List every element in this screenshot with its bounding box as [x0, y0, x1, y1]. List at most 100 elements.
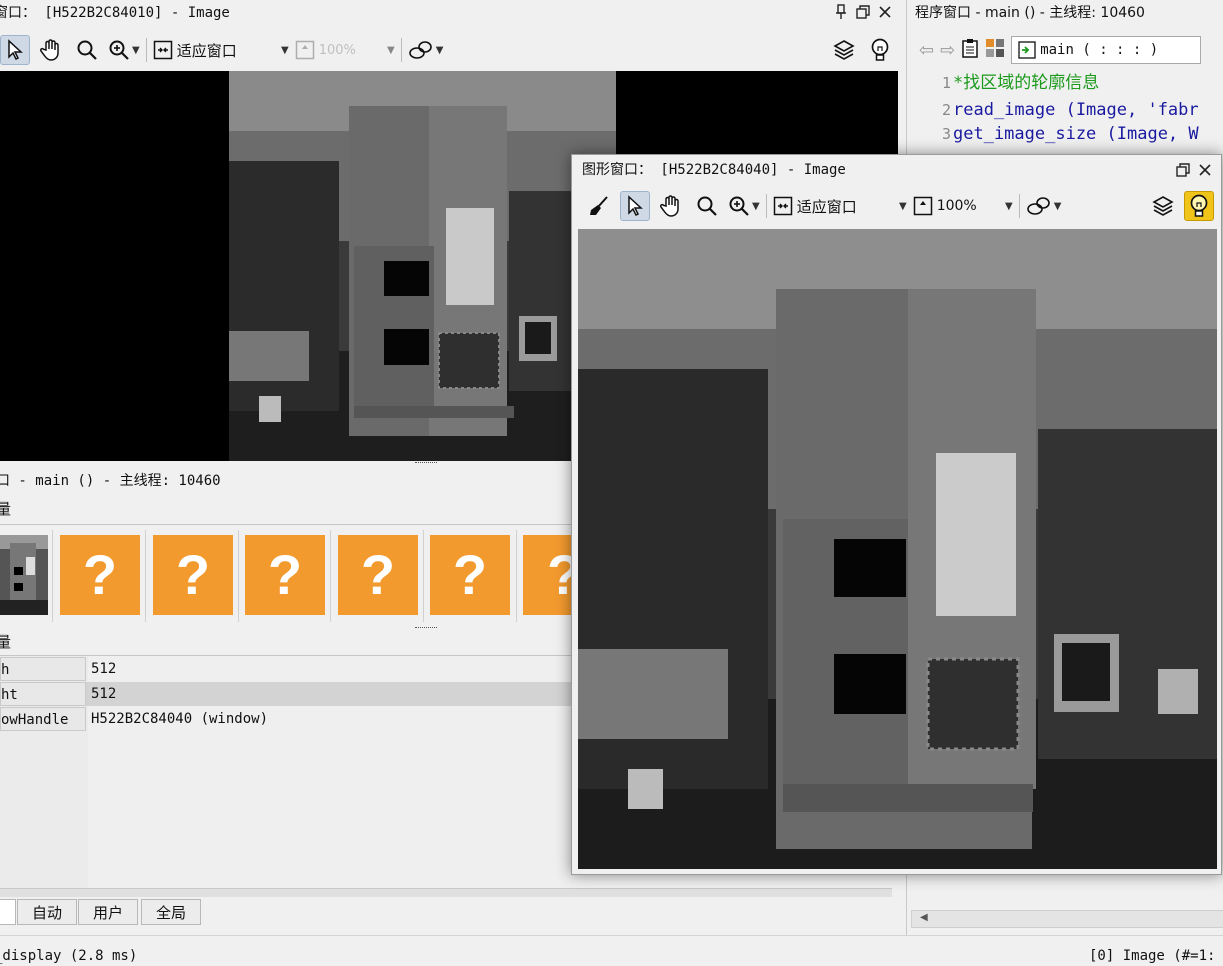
camera-image-2[interactable] [578, 229, 1217, 869]
magnifier-icon[interactable] [72, 35, 102, 65]
zoom-in-icon [109, 40, 129, 60]
zoom-level-label: 100% [936, 198, 977, 214]
procedure-selector-label: main ( : : : ) [1040, 42, 1159, 58]
table-row[interactable]: h 512 [0, 657, 575, 681]
draw-shape-dropdown[interactable]: ▼ [408, 35, 444, 65]
fit-window-dropdown[interactable]: 适应窗口 ▼ [773, 191, 907, 221]
zoom-level-dropdown[interactable]: 100% ▼ [295, 35, 395, 65]
variable-window-title: 口 - main () - 主线程: 10460 [0, 473, 221, 489]
region-shapes-icon [408, 41, 432, 59]
close-icon[interactable] [877, 4, 893, 20]
horizontal-scrollbar[interactable]: ◀ [911, 910, 1223, 928]
variable-value: 512 [91, 661, 117, 677]
fit-window-label: 适应窗口 [176, 41, 237, 60]
thumbnail-placeholder[interactable]: ? [338, 535, 418, 615]
restore-icon[interactable] [1175, 162, 1191, 178]
fit-window-dropdown[interactable]: 适应窗口 ▼ [153, 35, 289, 65]
program-toolbar: ⇦ ⇨ main ( : : : ) [919, 31, 1223, 69]
code-line[interactable]: 2 read_image (Image, 'fabr [921, 98, 1199, 122]
line-number: 2 [941, 101, 951, 119]
zoom-level-dropdown[interactable]: 100% ▼ [913, 191, 1013, 221]
tab-global[interactable]: 全局 [141, 899, 202, 925]
graphics-toolbar-2: ▼ 适应窗口 ▼ 100% ▼ ▼ [584, 187, 1214, 225]
layers-icon[interactable] [829, 35, 859, 65]
layers-icon[interactable] [1148, 191, 1178, 221]
variable-name: ht [0, 682, 86, 706]
region-shapes-icon [1026, 197, 1050, 215]
clear-broom-icon[interactable] [584, 191, 614, 221]
camera-image-1 [229, 71, 616, 461]
chevron-down-icon: ▼ [1005, 200, 1013, 212]
graphics-window-2-title: 图形窗口： [H522B2C84040] - Image [582, 162, 846, 178]
thumbnail-placeholder[interactable]: ? [430, 535, 510, 615]
window-controls [833, 4, 893, 20]
lightbulb-icon[interactable] [865, 35, 895, 65]
toolbar-separator [765, 194, 767, 218]
pan-hand-icon[interactable] [656, 191, 686, 221]
code-line[interactable]: 3 get_image_size (Image, W [921, 122, 1199, 146]
thumbnail-placeholder[interactable]: ? [245, 535, 325, 615]
zoom-in-dropdown[interactable]: ▼ [728, 191, 760, 221]
thumbnail-placeholder[interactable]: ? [60, 535, 140, 615]
thumbnail-placeholder[interactable]: ? [153, 535, 233, 615]
tab-user[interactable]: 用户 [78, 899, 139, 925]
zoom-in-icon [729, 196, 749, 216]
thumbnail-image[interactable] [0, 535, 48, 615]
lightbulb-icon[interactable] [1184, 191, 1214, 221]
thumb-separator [516, 530, 517, 622]
forward-arrow-icon[interactable]: ⇨ [940, 40, 955, 61]
chevron-down-icon: ▼ [435, 44, 444, 56]
fit-window-icon [153, 40, 172, 60]
draw-shape-dropdown[interactable]: ▼ [1026, 191, 1061, 221]
graphics-window-2: 图形窗口： [H522B2C84040] - Image ▼ 适应窗口 ▼ 10… [571, 154, 1222, 875]
window-controls [1175, 162, 1213, 178]
graphics-window-1-title: 窗口： [H522B2C84010] - Image [0, 5, 230, 21]
fit-window-label: 适应窗口 [796, 197, 857, 216]
code-text: *找区域的轮廓信息 [953, 73, 1100, 93]
status-left-text: _display (2.8 ms) [0, 948, 138, 964]
toolbar-separator [400, 38, 402, 62]
table-row-selected[interactable]: ht 512 [0, 682, 575, 706]
chevron-down-icon: ▼ [132, 44, 140, 56]
control-variables-header: 量 [0, 633, 12, 651]
pin-icon[interactable] [833, 4, 849, 20]
tab-strip-left[interactable] [0, 899, 16, 925]
close-icon[interactable] [1197, 162, 1213, 178]
pointer-tool-icon[interactable] [0, 35, 30, 65]
zoom-level-label: 100% [318, 42, 356, 58]
grid-icon[interactable] [985, 38, 1005, 62]
thumb-separator [145, 530, 146, 622]
back-arrow-icon[interactable]: ⇦ [919, 40, 934, 61]
code-line[interactable]: 1 *找区域的轮廓信息 [921, 71, 1099, 95]
chevron-down-icon: ▼ [281, 44, 289, 56]
pointer-tool-icon[interactable] [620, 191, 650, 221]
code-text: read_image (Image, 'fabr [953, 100, 1199, 120]
thumb-separator [52, 530, 53, 622]
variable-name: h [0, 657, 86, 681]
procedure-icon [1018, 41, 1036, 59]
procedure-selector[interactable]: main ( : : : ) [1011, 36, 1202, 64]
variable-name: owHandle [0, 707, 86, 731]
zoom-in-dropdown[interactable]: ▼ [108, 35, 140, 65]
status-right-text: [0] Image (#=1: 5 [1089, 948, 1223, 964]
iconic-divider [0, 524, 575, 525]
clipboard-icon[interactable] [961, 38, 979, 62]
thumbnail-placeholder[interactable]: ? [523, 535, 573, 615]
zoom-level-icon [913, 196, 932, 216]
toolbar-separator [145, 38, 147, 62]
chevron-down-icon: ▼ [899, 200, 907, 212]
thumb-separator [330, 530, 331, 622]
magnifier-icon[interactable] [692, 191, 722, 221]
table-row[interactable]: owHandle H522B2C84040 (window) [0, 707, 575, 731]
zoom-level-icon [295, 40, 314, 60]
scroll-left-icon[interactable]: ◀ [920, 912, 928, 923]
restore-icon[interactable] [855, 4, 871, 20]
tab-auto[interactable]: 自动 [17, 899, 78, 925]
line-number: 3 [941, 125, 951, 143]
splitter-handle[interactable] [415, 627, 437, 631]
chevron-down-icon: ▼ [752, 200, 760, 212]
pan-hand-icon[interactable] [36, 35, 66, 65]
thumb-separator [238, 530, 239, 622]
program-window-title: 程序窗口 - main () - 主线程: 10460 [915, 5, 1145, 21]
toolbar-separator [1018, 194, 1020, 218]
